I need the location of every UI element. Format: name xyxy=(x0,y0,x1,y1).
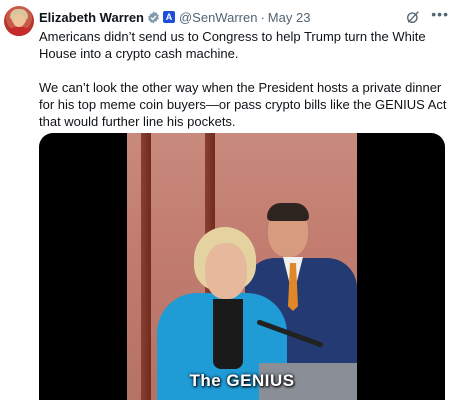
man-hair xyxy=(267,203,309,221)
more-options-icon[interactable]: ••• xyxy=(431,6,449,22)
tweet-paragraph-1: Americans didn’t send us to Congress to … xyxy=(39,29,426,61)
video-player[interactable]: The GENIUS xyxy=(39,133,445,400)
tweet-paragraph-2: We can’t look the other way when the Pre… xyxy=(39,80,447,129)
author-handle[interactable]: @SenWarren xyxy=(179,10,257,25)
avatar-body xyxy=(6,27,32,36)
tweet-text: Americans didn’t send us to Congress to … xyxy=(39,28,453,130)
meta-separator: · xyxy=(260,9,265,25)
author-name[interactable]: Elizabeth Warren xyxy=(39,10,144,25)
verified-badge-icon[interactable] xyxy=(147,11,160,24)
curtain-left xyxy=(141,133,151,400)
video-frame xyxy=(127,133,357,400)
tweet-date[interactable]: May 23 xyxy=(268,10,311,25)
video-caption: The GENIUS xyxy=(189,371,295,390)
government-badge-icon: A xyxy=(162,11,175,23)
avatar-face xyxy=(13,14,25,27)
author-avatar[interactable] xyxy=(4,6,34,36)
tweet-header: Elizabeth Warren A @SenWarren · May 23 •… xyxy=(39,6,453,26)
grok-icon[interactable] xyxy=(405,9,421,25)
woman-face xyxy=(205,243,247,299)
woman-top xyxy=(213,299,243,369)
